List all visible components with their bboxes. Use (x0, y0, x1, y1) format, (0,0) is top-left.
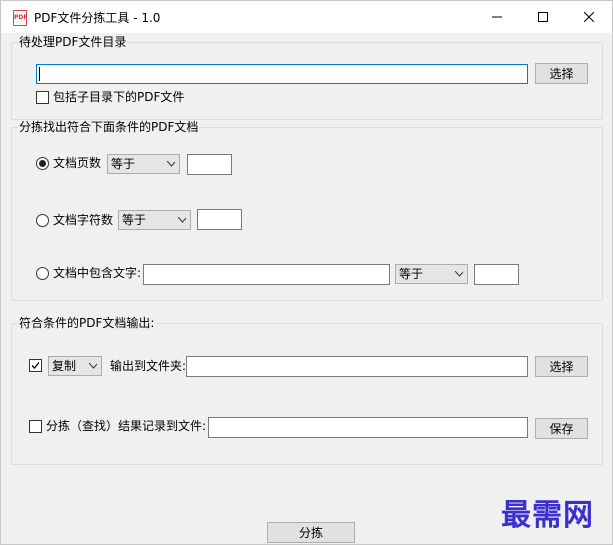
save-log-button[interactable]: 保存 (535, 418, 588, 439)
criteria-legend: 分拣找出符合下面条件的PDF文档 (18, 120, 200, 134)
output-browse-button[interactable]: 选择 (535, 356, 588, 377)
contains-text-input[interactable] (143, 264, 390, 285)
sort-run-button[interactable]: 分拣 (267, 522, 355, 543)
maximize-icon (538, 12, 548, 22)
include-subdirs-label: 包括子目录下的PDF文件 (53, 90, 185, 104)
output-enabled-checkbox[interactable] (29, 359, 42, 372)
close-icon (584, 12, 594, 22)
output-group (11, 323, 603, 465)
chevron-down-icon (178, 217, 186, 223)
minimize-icon (492, 16, 502, 18)
contains-text-operator-select[interactable]: 等于 (395, 264, 468, 284)
char-count-label: 文档字符数 (53, 213, 114, 227)
maximize-button[interactable] (520, 1, 566, 33)
chevron-down-icon (455, 271, 463, 277)
page-count-value-input[interactable] (187, 154, 232, 175)
watermark-text: 最需网 (501, 498, 594, 533)
include-subdirs-checkbox[interactable] (36, 91, 49, 104)
page-count-operator-select[interactable]: 等于 (107, 154, 180, 174)
checkmark-icon (31, 362, 40, 369)
contains-text-label: 文档中包含文字: (53, 266, 142, 280)
contains-text-value-input[interactable] (474, 264, 519, 285)
contains-text-radio[interactable] (36, 267, 49, 280)
text-caret (39, 67, 40, 81)
log-to-file-label: 分拣（查找）结果记录到文件: (46, 419, 207, 433)
output-folder-input[interactable] (186, 356, 528, 377)
pdf-app-icon: PDF (13, 10, 27, 26)
close-button[interactable] (566, 1, 612, 33)
output-folder-label: 输出到文件夹: (110, 359, 187, 373)
log-file-input[interactable] (208, 417, 528, 438)
char-count-radio[interactable] (36, 214, 49, 227)
output-action-select[interactable]: 复制 (48, 356, 102, 376)
log-to-file-checkbox[interactable] (29, 420, 42, 433)
chevron-down-icon (89, 363, 97, 369)
source-directory-legend: 待处理PDF文件目录 (18, 35, 128, 49)
output-legend: 符合条件的PDF文档输出: (18, 316, 156, 330)
source-path-input[interactable] (36, 64, 528, 84)
window-title: PDF文件分拣工具 - 1.0 (34, 11, 161, 25)
page-count-label: 文档页数 (53, 156, 102, 170)
char-count-value-input[interactable] (197, 209, 242, 230)
char-count-operator-select[interactable]: 等于 (118, 210, 191, 230)
page-count-radio[interactable] (36, 157, 49, 170)
chevron-down-icon (167, 161, 175, 167)
title-bar[interactable]: PDF PDF文件分拣工具 - 1.0 (1, 1, 612, 33)
source-browse-button[interactable]: 选择 (535, 63, 588, 84)
minimize-button[interactable] (474, 1, 520, 33)
app-window: PDF PDF文件分拣工具 - 1.0 待处理PDF文件目录 选择 包括子目录下… (0, 0, 613, 545)
